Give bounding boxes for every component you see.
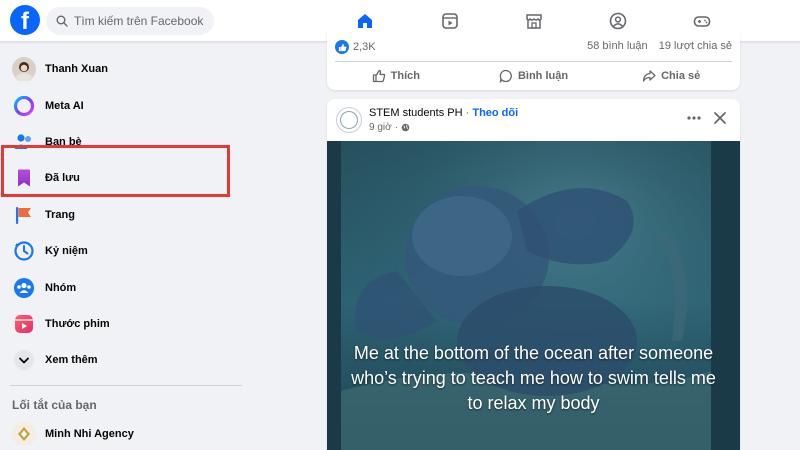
post-stats: 58 bình luận 19 lượt chia sẻ — [579, 40, 732, 52]
share-button[interactable]: Chia sẻ — [602, 64, 740, 88]
profile-avatar — [12, 57, 36, 81]
comment-icon — [499, 69, 512, 83]
page-avatar[interactable] — [336, 107, 362, 133]
comment-count[interactable]: 58 bình luận — [587, 40, 648, 52]
post-divider — [335, 61, 732, 62]
like-label: Thích — [390, 70, 420, 82]
sidebar-item-meta-ai[interactable]: Meta AI — [6, 89, 242, 123]
reels-icon — [12, 312, 36, 336]
sidebar-divider — [10, 385, 242, 386]
gaming-icon — [693, 16, 711, 27]
globe-icon — [401, 123, 410, 132]
post-video[interactable]: Me at the bottom of the ocean after some… — [327, 141, 740, 450]
sidebar-item-label: Nhóm — [45, 282, 77, 294]
sidebar-item-label: Thước phim — [45, 318, 110, 330]
comment-label: Bình luận — [517, 70, 569, 82]
sidebar-item-groups[interactable]: Nhóm — [6, 271, 242, 305]
like-button[interactable]: Thích — [327, 64, 465, 88]
video-caption: Me at the bottom of the ocean after some… — [351, 343, 716, 413]
sidebar-item-profile[interactable]: Thanh Xuan — [6, 52, 242, 86]
sidebar-item-label: Xem thêm — [45, 354, 98, 366]
memories-clock-icon — [12, 239, 36, 263]
video-icon — [442, 13, 458, 29]
marketplace-icon — [526, 14, 542, 29]
more-options-icon[interactable] — [686, 110, 702, 131]
share-arrow-icon — [642, 70, 656, 82]
pages-highlight-box — [1, 145, 230, 197]
previous-post-footer: 2,3K 58 bình luận 19 lượt chia sẻ Thích … — [327, 30, 740, 90]
sidebar-item-label: Trang — [45, 209, 75, 221]
reaction-summary[interactable]: 2,3K — [335, 40, 376, 54]
like-reaction-icon — [335, 40, 349, 54]
sidebar-item-see-more[interactable]: Xem thêm — [6, 343, 242, 377]
shortcuts-heading: Lối tắt của bạn — [12, 398, 97, 412]
agency-avatar — [12, 422, 36, 446]
shortcut-item-agency[interactable]: Minh Nhi Agency — [6, 417, 242, 450]
reaction-count: 2,3K — [353, 41, 376, 53]
meta-ai-icon — [12, 94, 36, 118]
sidebar-item-label: Kỷ niệm — [45, 245, 88, 257]
sidebar-item-reels[interactable]: Thước phim — [6, 307, 242, 341]
sidebar-item-label: Thanh Xuan — [45, 63, 108, 75]
home-icon — [358, 14, 372, 28]
comment-button[interactable]: Bình luận — [465, 64, 603, 88]
post-meta: 9 giờ · — [369, 122, 410, 133]
author-name[interactable]: STEM students PH — [369, 107, 463, 119]
facebook-logo[interactable]: f — [10, 5, 40, 35]
feed-post: STEM students PH · Theo dõi 9 giờ · Me a… — [327, 99, 740, 450]
follow-button[interactable]: Theo dõi — [472, 107, 518, 119]
post-author-line: STEM students PH · Theo dõi — [369, 107, 518, 119]
sidebar-item-pages[interactable]: Trang — [6, 198, 242, 232]
thumbs-up-icon — [372, 69, 385, 83]
close-icon[interactable] — [712, 110, 728, 131]
chevron-down-icon — [12, 348, 36, 372]
share-count[interactable]: 19 lượt chia sẻ — [659, 40, 732, 52]
search-input[interactable] — [74, 14, 209, 28]
left-sidebar: Thanh Xuan Meta AI Bạn bè Đã lưu Trang K… — [0, 42, 250, 450]
separator-dot: · — [465, 107, 470, 119]
pages-flag-icon — [12, 203, 36, 227]
separator-dot: · — [394, 122, 399, 133]
search-icon — [56, 15, 68, 27]
post-time[interactable]: 9 giờ — [369, 122, 392, 133]
sidebar-item-label: Meta AI — [45, 100, 84, 112]
share-label: Chia sẻ — [661, 70, 701, 82]
groups-nav-icon — [609, 12, 627, 30]
post-actions: Thích Bình luận Chia sẻ — [327, 64, 740, 88]
sidebar-item-label: Minh Nhi Agency — [45, 428, 134, 440]
groups-icon — [12, 276, 36, 300]
search-box[interactable] — [46, 7, 214, 35]
sidebar-item-memories[interactable]: Kỷ niệm — [6, 234, 242, 268]
